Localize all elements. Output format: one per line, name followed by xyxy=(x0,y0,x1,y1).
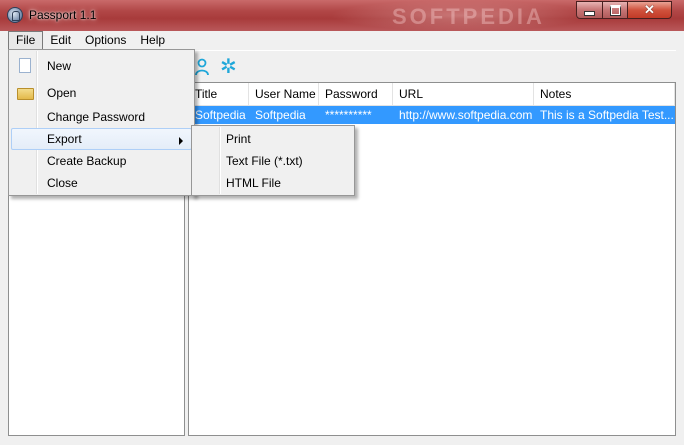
cell-user-name: Softpedia xyxy=(255,108,306,122)
cell-title: Softpedia xyxy=(195,108,246,122)
menu-item-open[interactable]: Open xyxy=(11,82,192,104)
menu-item-html-file[interactable]: HTML File xyxy=(194,172,352,194)
menu-item-change-password[interactable]: Change Password xyxy=(11,106,192,128)
table-row[interactable]: Softpedia Softpedia ********** http://ww… xyxy=(189,106,675,124)
menu-item-label: Print xyxy=(226,132,251,146)
grid-header: Title User Name Password URL Notes xyxy=(189,83,675,106)
column-header-password[interactable]: Password xyxy=(319,83,393,105)
menu-item-label: HTML File xyxy=(226,176,281,190)
column-header-user-name[interactable]: User Name xyxy=(249,83,319,105)
cell-url: http://www.softpedia.com xyxy=(399,108,533,122)
cell-notes: This is a Softpedia Test... xyxy=(540,108,674,122)
menu-options[interactable]: Options xyxy=(78,31,133,50)
submenu-arrow-icon xyxy=(179,137,183,145)
menu-item-label: Close xyxy=(47,176,78,190)
softpedia-watermark: SOFTPEDIA xyxy=(392,4,545,29)
menu-item-label: Create Backup xyxy=(47,154,127,168)
menu-file[interactable]: File xyxy=(8,31,44,50)
menu-item-label: Export xyxy=(47,132,82,146)
menu-bar: File Edit Options Help xyxy=(8,31,676,50)
menu-item-label: New xyxy=(47,59,72,73)
menu-item-label: Text File (*.txt) xyxy=(226,154,303,168)
column-header-url[interactable]: URL xyxy=(393,83,534,105)
window-title: Passport 1.1 xyxy=(29,8,97,22)
column-header-title[interactable]: Title xyxy=(189,83,249,105)
menu-help[interactable]: Help xyxy=(133,31,172,50)
menu-item-create-backup[interactable]: Create Backup xyxy=(11,150,192,172)
open-folder-icon xyxy=(17,88,34,100)
file-menu-dropdown: New Open Change Password Export Create B… xyxy=(8,49,195,196)
export-submenu: Print Text File (*.txt) HTML File xyxy=(191,125,355,196)
menu-item-label: Change Password xyxy=(47,110,146,124)
menu-item-close[interactable]: Close xyxy=(11,172,192,194)
menu-edit[interactable]: Edit xyxy=(43,31,78,50)
title-bar[interactable]: Passport 1.1 SOFTPEDIA ✕ xyxy=(0,0,684,31)
passport-icon xyxy=(7,7,23,23)
minimize-button[interactable] xyxy=(576,1,603,19)
menu-item-new[interactable]: New xyxy=(11,55,192,77)
new-document-icon xyxy=(19,58,31,73)
gear-icon[interactable]: ✲ xyxy=(220,57,237,77)
menu-item-export[interactable]: Export xyxy=(11,128,192,150)
maximize-button[interactable] xyxy=(602,1,628,19)
person-icon[interactable] xyxy=(193,58,211,76)
menu-item-print[interactable]: Print xyxy=(194,128,352,150)
close-window-button[interactable]: ✕ xyxy=(627,1,672,19)
menu-item-text-file[interactable]: Text File (*.txt) xyxy=(194,150,352,172)
maximize-icon xyxy=(609,4,621,16)
minimize-icon xyxy=(584,10,595,16)
close-icon: ✕ xyxy=(644,2,655,17)
menu-item-label: Open xyxy=(47,86,77,100)
cell-password: ********** xyxy=(325,108,372,122)
column-header-notes[interactable]: Notes xyxy=(534,83,675,105)
app-window: Passport 1.1 SOFTPEDIA ✕ File Edit Optio… xyxy=(0,0,684,445)
